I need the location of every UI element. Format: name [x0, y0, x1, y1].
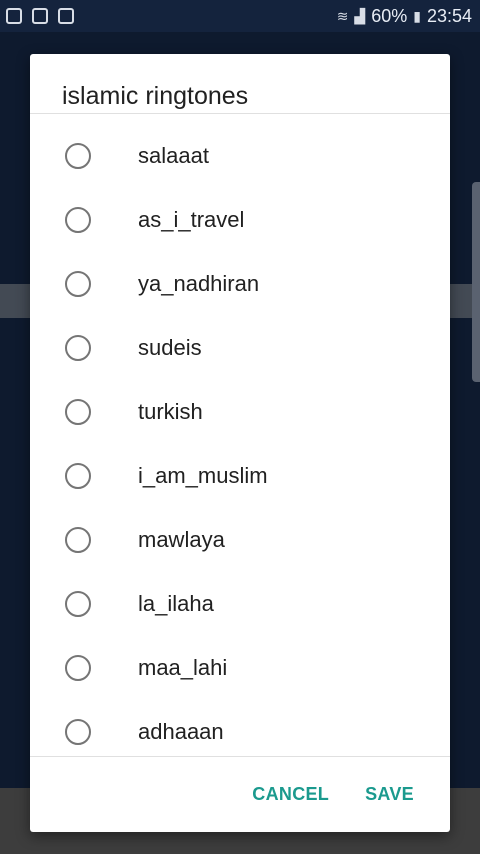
ringtone-label: ya_nadhiran: [138, 271, 260, 296]
radio-button-icon[interactable]: [65, 207, 91, 233]
ringtone-label: turkish: [138, 399, 203, 424]
image-icon: [32, 8, 48, 24]
ringtone-label: maa_lahi: [138, 655, 228, 680]
ringtone-option[interactable]: maa_lahi: [30, 636, 450, 700]
radio-button-icon[interactable]: [65, 655, 91, 681]
gallery-icon: [58, 8, 74, 24]
signal-icon: ▟: [354, 7, 366, 24]
battery-icon: ▮: [413, 7, 421, 24]
clock: 23:54: [426, 5, 472, 26]
ringtone-label: as_i_travel: [138, 207, 245, 232]
save-button[interactable]: SAVE: [365, 784, 414, 805]
ringtone-option[interactable]: turkish: [30, 380, 450, 444]
ringtone-option[interactable]: la_ilaha: [30, 572, 450, 636]
ringtone-label: mawlaya: [138, 527, 225, 552]
ringtone-label: i_am_muslim: [138, 463, 268, 488]
ringtone-list[interactable]: salaaat as_i_travel ya_nadhiran sudeis t…: [30, 124, 450, 756]
ringtone-label: sudeis: [138, 335, 202, 360]
ringtone-option[interactable]: sudeis: [30, 316, 450, 380]
ringtone-label: la_ilaha: [138, 591, 214, 616]
radio-button-icon[interactable]: [65, 591, 91, 617]
radio-button-icon[interactable]: [65, 719, 91, 745]
dialog-actions: CANCEL SAVE: [252, 784, 414, 805]
divider: [30, 756, 450, 757]
ringtone-option[interactable]: i_am_muslim: [30, 444, 450, 508]
radio-button-icon[interactable]: [65, 463, 91, 489]
radio-button-icon[interactable]: [65, 271, 91, 297]
status-left-icons: [0, 8, 74, 24]
radio-button-icon[interactable]: [65, 335, 91, 361]
divider: [30, 113, 450, 114]
radio-button-icon[interactable]: [65, 527, 91, 553]
ringtone-dialog: islamic ringtones salaaat as_i_travel ya…: [30, 54, 450, 832]
ringtone-option[interactable]: salaaat: [30, 124, 450, 188]
dialog-title: islamic ringtones: [62, 82, 249, 110]
ringtone-option[interactable]: mawlaya: [30, 508, 450, 572]
ringtone-label: salaaat: [138, 143, 209, 168]
status-right: ≋ ▟ 60% ▮ 23:54: [337, 6, 480, 27]
ringtone-option[interactable]: ya_nadhiran: [30, 252, 450, 316]
cancel-button[interactable]: CANCEL: [252, 784, 329, 805]
ringtone-label: adhaaan: [138, 719, 224, 744]
ringtone-option[interactable]: adhaaan: [30, 700, 450, 756]
wifi-icon: ≋: [336, 7, 349, 24]
status-bar: ≋ ▟ 60% ▮ 23:54: [0, 0, 480, 32]
radio-button-icon[interactable]: [65, 143, 91, 169]
ringtone-option[interactable]: as_i_travel: [30, 188, 450, 252]
shield-icon: [6, 8, 22, 24]
battery-level: 60%: [371, 5, 408, 26]
radio-button-icon[interactable]: [65, 399, 91, 425]
background-scrollbar: [472, 182, 480, 382]
